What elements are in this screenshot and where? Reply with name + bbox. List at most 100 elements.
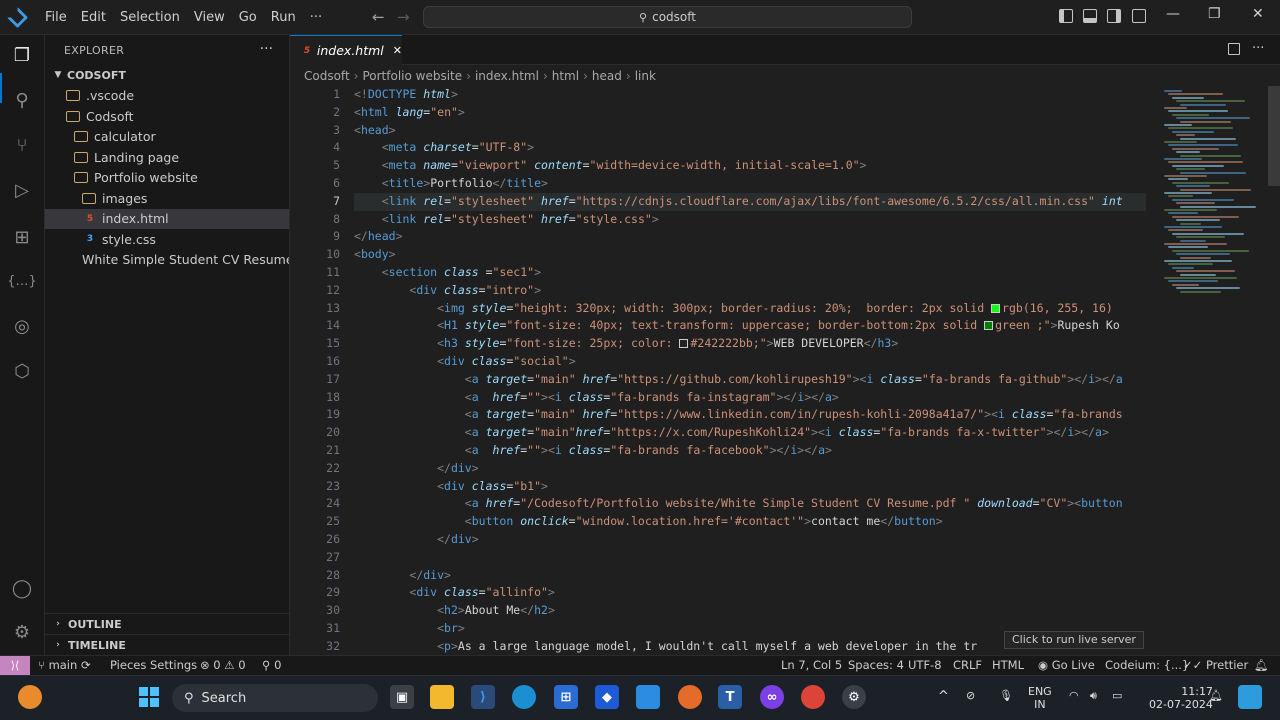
code-line[interactable]: <title>Portfolio</title> — [354, 175, 548, 193]
vscode-taskbar-icon[interactable]: ⟩ — [471, 685, 495, 709]
pieces-settings[interactable]: Pieces Settings — [110, 656, 197, 676]
forward-arrow-icon[interactable]: → — [397, 8, 410, 26]
settings-icon[interactable]: ⚙ — [842, 685, 866, 709]
file-tree-item[interactable]: 3 style.css — [45, 229, 289, 250]
file-tree-item[interactable]: Codsoft — [45, 106, 289, 127]
breadcrumb-item[interactable]: index.html — [475, 69, 539, 83]
menu-more[interactable]: ··· — [303, 0, 329, 35]
code-line[interactable]: <h3 style="font-size: 25px; color: #2422… — [354, 335, 898, 353]
file-tree-item[interactable]: calculator — [45, 127, 289, 148]
code-line[interactable]: </div> — [354, 567, 451, 585]
split-editor-icon[interactable] — [1228, 43, 1240, 55]
code-line[interactable]: <meta name="viewport" content="width=dev… — [354, 157, 867, 175]
code-line[interactable]: <H1 style="font-size: 40px; text-transfo… — [354, 317, 1120, 335]
dropbox-icon[interactable]: ◆ — [595, 685, 619, 709]
code-line[interactable]: <a target="main" href="https://github.co… — [354, 371, 1123, 389]
branch-status[interactable]: ⑂ main ⟳ — [38, 656, 91, 676]
customize-layout-icon[interactable] — [1132, 9, 1146, 23]
code-line[interactable]: </head> — [354, 228, 403, 246]
breadcrumb-item[interactable]: head — [592, 69, 622, 83]
code-line[interactable]: <button onclick="window.location.href='#… — [354, 513, 943, 531]
minimap[interactable] — [1160, 86, 1260, 655]
timeline-section[interactable]: › TIMELINE — [45, 634, 290, 655]
gear-icon[interactable]: ⚙ — [10, 620, 34, 644]
code-line[interactable]: <a target="main"href="https://x.com/Rupe… — [354, 424, 1109, 442]
file-tree-item[interactable]: .vscode — [45, 86, 289, 107]
copilot-icon[interactable] — [1238, 685, 1262, 709]
menu-go[interactable]: Go — [232, 0, 264, 35]
breadcrumb-item[interactable]: Portfolio website — [362, 69, 462, 83]
code-lines[interactable]: <!DOCTYPE html> <html lang="en"> <head> <m… — [354, 86, 1154, 655]
code-line[interactable]: <a href=""><i class="fa-brands fa-facebo… — [354, 442, 832, 460]
chrome-icon[interactable] — [801, 685, 825, 709]
code-line[interactable]: <div class="intro"> — [354, 282, 541, 300]
code-line[interactable]: <img style="height: 320px; width: 300px;… — [354, 300, 1113, 318]
search-icon[interactable]: ⚲ — [10, 88, 34, 112]
run-debug-icon[interactable]: ▷ — [10, 178, 34, 202]
back-arrow-icon[interactable]: ← — [372, 8, 385, 26]
menu-edit[interactable]: Edit — [74, 0, 113, 35]
remote-explorer-icon[interactable]: ⬡ — [10, 359, 34, 383]
menu-file[interactable]: File — [38, 0, 74, 35]
toggle-panel-icon[interactable] — [1083, 9, 1097, 23]
explorer-icon[interactable]: ❐ — [10, 43, 34, 67]
maximize-icon[interactable]: ❐ — [1208, 6, 1221, 22]
color-swatch[interactable] — [679, 339, 689, 349]
code-editor[interactable]: 1 2 3 4 5 6 7 8 9 10 11 12 13 14 15 16 17 18 19 20 21 22 23 24 2… — [290, 86, 1280, 655]
bell-icon[interactable]: 🔔︎ — [1254, 656, 1269, 676]
code-line[interactable]: <section class ="sec1"> — [354, 264, 541, 282]
code-line[interactable]: <div class="allinfo"> — [354, 584, 554, 602]
pieces-icon[interactable]: ◎ — [10, 314, 34, 338]
breadcrumb-item[interactable]: Codsoft — [304, 69, 350, 83]
indentation[interactable]: Spaces: 4 — [848, 656, 904, 676]
task-view-icon[interactable]: ▣ — [390, 685, 414, 709]
code-line[interactable]: <link rel="stylesheet" href="style.css"> — [354, 211, 659, 229]
scrollbar[interactable] — [1268, 86, 1280, 186]
code-line[interactable]: </div> — [354, 531, 479, 549]
store-icon[interactable]: ⊞ — [554, 685, 578, 709]
code-line[interactable]: <h2>About Me</h2> — [354, 602, 555, 620]
network-off-icon[interactable]: ⊘ — [966, 689, 975, 702]
breadcrumb-item[interactable]: link — [635, 69, 656, 83]
file-tree-item[interactable]: Landing page — [45, 147, 289, 168]
language-indicator[interactable]: ENG IN — [1028, 685, 1052, 711]
weather-widget-icon[interactable] — [18, 685, 42, 709]
more-actions-icon[interactable]: ··· — [1252, 41, 1264, 56]
code-line[interactable]: <p>As a large language model, I wouldn't… — [354, 638, 977, 655]
taskbar-search[interactable]: ⚲ Search — [172, 684, 378, 712]
accounts-icon[interactable]: ◯ — [10, 576, 34, 600]
tab-index-html[interactable]: 5 index.html ✕ — [290, 35, 402, 65]
ports-status[interactable]: ⚲ 0 — [262, 656, 281, 676]
firefox-icon[interactable] — [678, 685, 702, 709]
code-line[interactable]: <!DOCTYPE html> — [354, 86, 458, 104]
outline-section[interactable]: › OUTLINE — [45, 613, 290, 634]
code-line[interactable]: <div class="social"> — [354, 353, 576, 371]
app-icon[interactable] — [636, 685, 660, 709]
code-line[interactable]: <a target="main" href="https://www.linke… — [354, 406, 1123, 424]
windows-start-icon[interactable] — [137, 685, 161, 709]
app-icon[interactable]: ∞ — [760, 685, 784, 709]
menu-selection[interactable]: Selection — [113, 0, 187, 35]
extensions-icon[interactable]: ⊞ — [10, 225, 34, 249]
notification-bell-icon[interactable]: 🔔︎ — [1209, 689, 1223, 702]
toggle-sidebar-icon[interactable] — [1059, 9, 1073, 23]
prettier-status[interactable]: ✓✓ Prettier — [1183, 656, 1248, 676]
end-of-line[interactable]: CRLF — [953, 656, 982, 676]
menu-view[interactable]: View — [187, 0, 232, 35]
cursor-position[interactable]: Ln 7, Col 5 — [781, 656, 842, 676]
go-live-button[interactable]: ◉ Go Live — [1038, 656, 1095, 676]
code-line[interactable]: </div> — [354, 460, 479, 478]
clock[interactable]: 11:17 02-07-2024 — [1149, 685, 1213, 711]
file-tree-item[interactable]: Portfolio website — [45, 168, 289, 189]
breadcrumb-item[interactable]: html — [552, 69, 579, 83]
file-tree-item[interactable]: 5 index.html — [45, 208, 289, 229]
code-line[interactable]: <a href = "/Codesoft/Portfolio website/Whi… — [354, 495, 1123, 513]
language-mode[interactable]: HTML — [992, 656, 1024, 676]
volume-icon[interactable]: 🔊︎ — [1090, 689, 1097, 703]
microphone-icon[interactable]: 🎙︎ — [999, 689, 1013, 702]
code-line[interactable]: <body> — [354, 246, 396, 264]
code-line[interactable]: <div class="b1"> — [354, 478, 548, 496]
code-line[interactable]: <link rel="stylesheet" href="https://cdn… — [354, 192, 1146, 211]
file-tree-item[interactable]: images — [45, 188, 289, 209]
source-control-icon[interactable]: ⑂ — [10, 133, 34, 157]
